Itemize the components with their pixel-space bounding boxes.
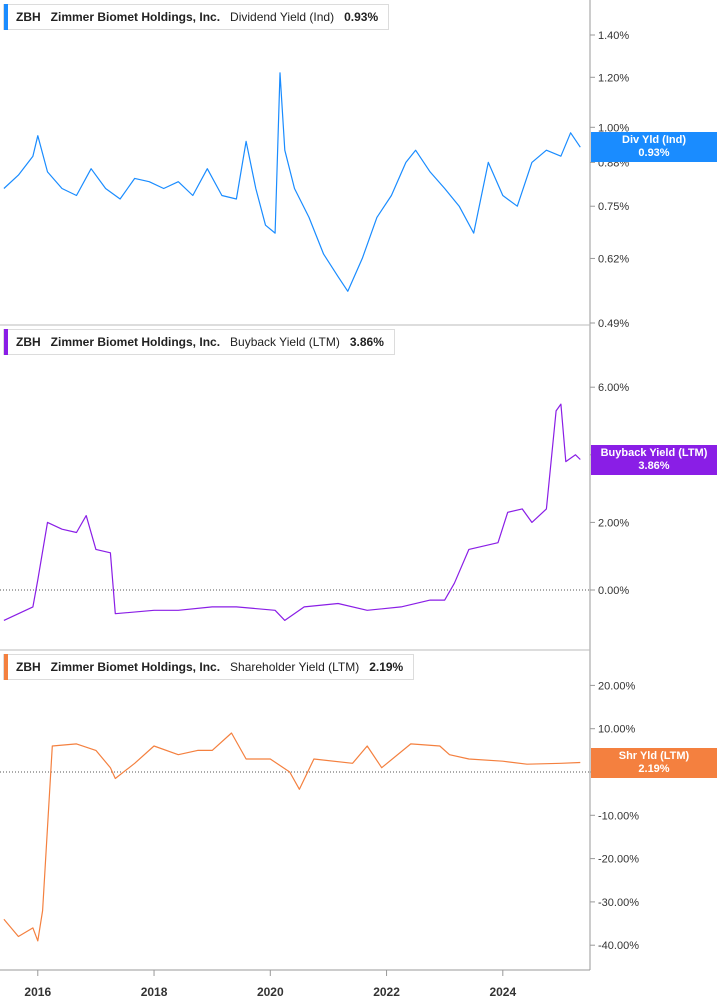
legend-company: Zimmer Biomet Holdings, Inc. <box>50 335 221 349</box>
value-tag-dividend: Div Yld (Ind) 0.93% <box>591 132 717 162</box>
y-tick-label: 10.00% <box>598 724 636 736</box>
y-tick-label: -20.00% <box>598 854 639 866</box>
series-line-1 <box>3 72 581 292</box>
x-tick-label: 2020 <box>257 985 284 999</box>
legend-value: 2.19% <box>369 660 404 674</box>
legend-ticker: ZBH <box>16 10 41 24</box>
series-line-3 <box>3 732 581 942</box>
value-tag-buyback: Buyback Yield (LTM) 3.86% <box>591 445 717 475</box>
legend-value: 0.93% <box>344 10 379 24</box>
y-tick-label: 1.40% <box>598 30 629 42</box>
legend-metric: Dividend Yield (Ind) <box>230 10 335 24</box>
x-axis: 2016 2018 2020 2022 2024 <box>0 969 590 999</box>
legend-ticker: ZBH <box>16 335 41 349</box>
tag-value: 2.19% <box>638 763 670 775</box>
legend-value: 3.86% <box>349 335 384 349</box>
tag-label: Shr Yld (LTM) <box>618 750 690 762</box>
legend-shareholder: ZBH Zimmer Biomet Holdings, Inc. Shareho… <box>3 654 415 680</box>
x-tick-label: 2016 <box>24 985 51 999</box>
tag-value: 3.86% <box>638 460 670 472</box>
legend-buyback: ZBH Zimmer Biomet Holdings, Inc. Buyback… <box>3 329 395 355</box>
value-tag-shareholder: Shr Yld (LTM) 2.19% <box>591 748 717 778</box>
tag-label: Div Yld (Ind) <box>622 134 686 146</box>
legend-ticker: ZBH <box>16 660 41 674</box>
y-tick-label: 20.00% <box>598 680 636 692</box>
y-tick-label: 0.62% <box>598 253 629 265</box>
y-tick-label: 6.00% <box>598 382 629 394</box>
x-tick-label: 2022 <box>373 985 400 999</box>
x-tick-label: 2018 <box>141 985 168 999</box>
legend-metric: Shareholder Yield (LTM) <box>230 660 360 674</box>
legend-swatch <box>4 329 8 355</box>
y-tick-label: -40.00% <box>598 940 639 952</box>
legend-metric: Buyback Yield (LTM) <box>230 335 340 349</box>
legend-dividend: ZBH Zimmer Biomet Holdings, Inc. Dividen… <box>3 4 390 30</box>
y-tick-label: 0.00% <box>598 585 629 597</box>
axes-layer: 1.40%1.20%1.00%0.88%0.75%0.62%0.49%6.00%… <box>0 0 639 970</box>
legend-swatch <box>4 654 8 680</box>
legend-company: Zimmer Biomet Holdings, Inc. <box>50 10 221 24</box>
x-tick-label: 2024 <box>489 985 516 999</box>
y-tick-label: -30.00% <box>598 897 639 909</box>
y-tick-label: 2.00% <box>598 517 629 529</box>
tag-label: Buyback Yield (LTM) <box>600 447 708 459</box>
series-line-2 <box>3 403 581 621</box>
tag-value: 0.93% <box>638 147 670 159</box>
legend-swatch <box>4 4 8 30</box>
y-tick-label: 0.49% <box>598 318 629 330</box>
line-layer <box>3 72 581 942</box>
y-tick-label: -10.00% <box>598 810 639 822</box>
legend-company: Zimmer Biomet Holdings, Inc. <box>50 660 221 674</box>
y-tick-label: 0.75% <box>598 201 629 213</box>
y-tick-label: 1.20% <box>598 72 629 84</box>
